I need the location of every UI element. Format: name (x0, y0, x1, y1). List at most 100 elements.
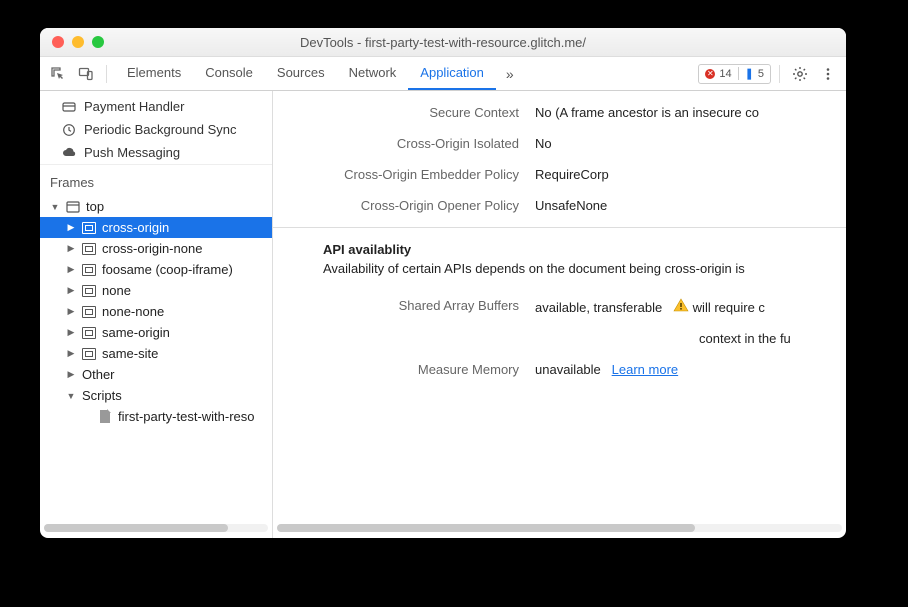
tab-network[interactable]: Network (337, 57, 409, 90)
maximize-window-button[interactable] (92, 36, 104, 48)
row-label: Secure Context (273, 105, 535, 120)
tab-sources[interactable]: Sources (265, 57, 337, 90)
frames-tree: ▼ top ▶ cross-origin ▶ (40, 196, 272, 433)
row-value: unavailable Learn more (535, 362, 846, 377)
row-coop: Cross-Origin Opener Policy UnsafeNone (273, 190, 846, 221)
frame-icon (66, 200, 80, 214)
frames-section: Frames ▼ top ▶ cross (40, 164, 272, 538)
tree-leaf-script[interactable]: first-party-test-with-reso (40, 406, 272, 427)
application-sidebar: Payment Handler Periodic Background Sync… (40, 91, 273, 538)
frame-icon (82, 326, 96, 340)
messages-count[interactable]: ❚ 5 (738, 67, 770, 80)
tab-application[interactable]: Application (408, 57, 496, 90)
row-value: RequireCorp (535, 167, 846, 182)
disclosure-triangle-icon[interactable]: ▶ (66, 243, 76, 254)
sab-value: available, transferable (535, 300, 662, 315)
row-secure-context: Secure Context No (A frame ancestor is a… (273, 97, 846, 128)
toolbar-divider (106, 65, 107, 83)
measure-memory-value: unavailable (535, 362, 601, 377)
cloud-icon (62, 146, 76, 160)
api-availability-title: API availablity (273, 228, 846, 261)
tree-node-same-site[interactable]: ▶ same-site (40, 343, 272, 364)
api-availability-desc: Availability of certain APIs depends on … (273, 261, 846, 284)
sidebar-horizontal-scrollbar[interactable] (44, 522, 268, 534)
row-cross-origin-isolated: Cross-Origin Isolated No (273, 128, 846, 159)
row-label: Shared Array Buffers (273, 298, 535, 315)
disclosure-triangle-icon[interactable]: ▶ (66, 222, 76, 233)
errors-count[interactable]: ✕ 14 (699, 68, 737, 80)
inspect-element-icon[interactable] (46, 62, 70, 86)
sab-warning-text-line2: context in the fu (535, 331, 846, 346)
frame-icon (82, 221, 96, 235)
clock-icon (62, 123, 76, 137)
disclosure-triangle-icon[interactable]: ▶ (66, 285, 76, 296)
frame-icon (82, 242, 96, 256)
minimize-window-button[interactable] (72, 36, 84, 48)
tab-console[interactable]: Console (193, 57, 265, 90)
tree-node-cross-origin-none[interactable]: ▶ cross-origin-none (40, 238, 272, 259)
tree-node-cross-origin[interactable]: ▶ cross-origin (40, 217, 272, 238)
panel-tabs: Elements Console Sources Network Applica… (115, 57, 496, 90)
message-icon: ❚ (745, 67, 754, 80)
disclosure-triangle-icon[interactable]: ▶ (66, 348, 76, 359)
disclosure-triangle-icon[interactable]: ▼ (50, 202, 60, 212)
tree-node-label: Other (82, 367, 115, 382)
tree-node-label: top (86, 199, 104, 214)
row-value: UnsafeNone (535, 198, 846, 213)
learn-more-link[interactable]: Learn more (612, 362, 678, 377)
background-services-list: Payment Handler Periodic Background Sync… (40, 91, 273, 164)
device-toolbar-icon[interactable] (74, 62, 98, 86)
frame-icon (82, 305, 96, 319)
tree-node-label: none (102, 283, 131, 298)
kebab-menu-icon[interactable] (816, 62, 840, 86)
card-icon (62, 100, 76, 114)
window-controls (40, 36, 104, 48)
panel-body: Payment Handler Periodic Background Sync… (40, 91, 846, 538)
frames-tree-scroll[interactable]: ▼ top ▶ cross-origin ▶ (40, 196, 272, 433)
sidebar-item-payment-handler[interactable]: Payment Handler (40, 95, 273, 118)
disclosure-triangle-icon[interactable]: ▶ (66, 264, 76, 275)
row-label: Cross-Origin Embedder Policy (273, 167, 535, 182)
main-horizontal-scrollbar[interactable] (277, 522, 842, 534)
frame-summary-table: Secure Context No (A frame ancestor is a… (273, 91, 846, 221)
tree-node-top[interactable]: ▼ top (40, 196, 272, 217)
titlebar: DevTools - first-party-test-with-resourc… (40, 28, 846, 57)
row-value: No (A frame ancestor is an insecure co (535, 105, 846, 120)
disclosure-triangle-icon[interactable]: ▶ (66, 369, 76, 380)
disclosure-triangle-icon[interactable]: ▶ (66, 327, 76, 338)
row-value: No (535, 136, 846, 151)
more-tabs-icon[interactable]: » (500, 66, 520, 82)
tree-node-label: foosame (coop-iframe) (102, 262, 233, 277)
tree-node-same-origin[interactable]: ▶ same-origin (40, 322, 272, 343)
sidebar-item-periodic-bg-sync[interactable]: Periodic Background Sync (40, 118, 273, 141)
tree-node-scripts[interactable]: ▼ Scripts (40, 385, 272, 406)
tree-node-other[interactable]: ▶ Other (40, 364, 272, 385)
sidebar-item-push-messaging[interactable]: Push Messaging (40, 141, 273, 164)
file-icon (98, 410, 112, 424)
warning-icon (673, 298, 689, 312)
tree-node-label: cross-origin-none (102, 241, 202, 256)
disclosure-triangle-icon[interactable]: ▶ (66, 306, 76, 317)
frame-details-panel: Secure Context No (A frame ancestor is a… (273, 91, 846, 538)
devtools-window: DevTools - first-party-test-with-resourc… (40, 28, 846, 538)
row-shared-array-buffers: Shared Array Buffers available, transfer… (273, 290, 846, 323)
error-icon: ✕ (705, 69, 715, 79)
tree-node-label: Scripts (82, 388, 122, 403)
frames-header: Frames (40, 164, 272, 196)
tree-node-label: cross-origin (102, 220, 169, 235)
frame-icon (82, 263, 96, 277)
row-label: Measure Memory (273, 362, 535, 377)
row-label: Cross-Origin Isolated (273, 136, 535, 151)
frame-icon (82, 347, 96, 361)
tab-elements[interactable]: Elements (115, 57, 193, 90)
tree-node-none-none[interactable]: ▶ none-none (40, 301, 272, 322)
disclosure-triangle-icon[interactable]: ▼ (66, 391, 76, 401)
frame-details-inner: Secure Context No (A frame ancestor is a… (273, 91, 846, 520)
messages-count-value: 5 (758, 68, 764, 80)
sidebar-item-label: Periodic Background Sync (84, 122, 236, 137)
settings-icon[interactable] (788, 62, 812, 86)
close-window-button[interactable] (52, 36, 64, 48)
tree-node-foosame[interactable]: ▶ foosame (coop-iframe) (40, 259, 272, 280)
tree-node-none[interactable]: ▶ none (40, 280, 272, 301)
console-status-pill[interactable]: ✕ 14 ❚ 5 (698, 64, 771, 84)
